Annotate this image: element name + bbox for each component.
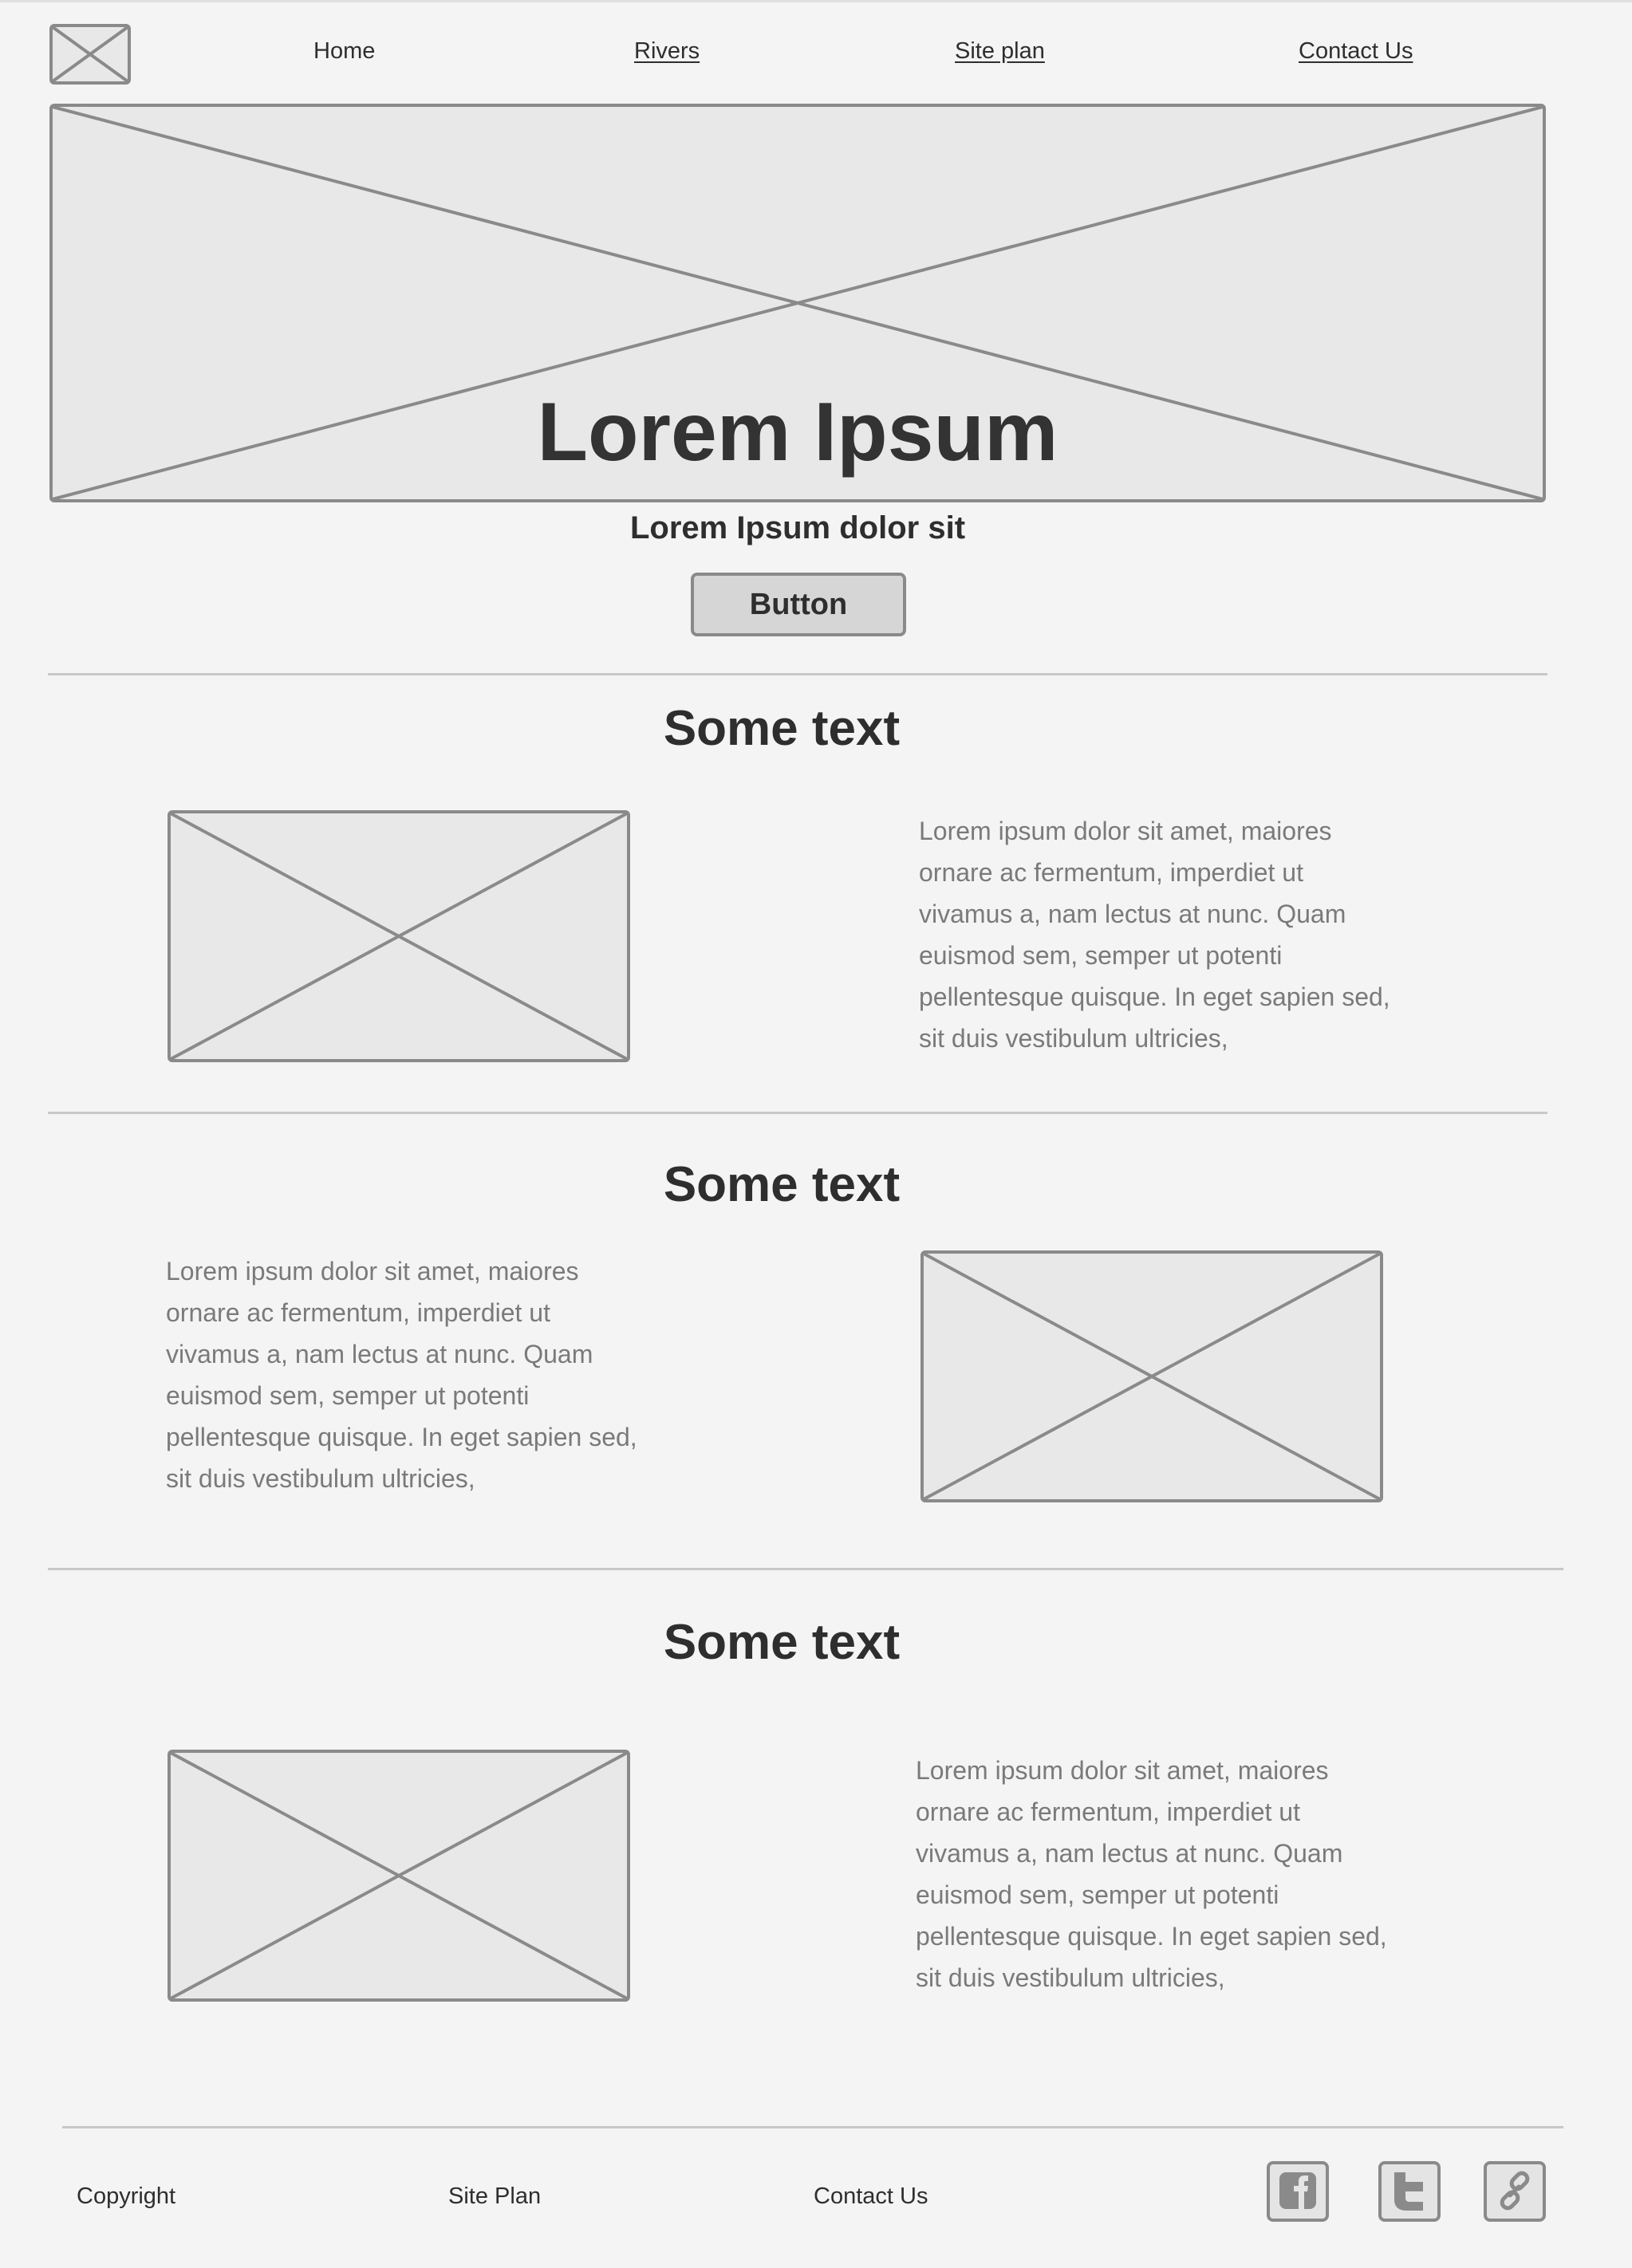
section-1-text: Lorem ipsum dolor sit amet, maiores orna… bbox=[919, 817, 1390, 1053]
section-2-title: Some text bbox=[663, 1157, 901, 1212]
logo-placeholder-image[interactable] bbox=[49, 24, 131, 85]
footer-contact-link[interactable]: Contact Us bbox=[814, 2183, 928, 2210]
nav-home[interactable]: Home bbox=[313, 38, 375, 65]
facebook-button[interactable] bbox=[1267, 2161, 1329, 2222]
section-2-text: Lorem ipsum dolor sit amet, maiores orna… bbox=[166, 1257, 637, 1493]
section-divider bbox=[48, 1568, 1563, 1570]
section-2-image-placeholder bbox=[920, 1250, 1383, 1502]
nav-contact-us[interactable]: Contact Us bbox=[1299, 38, 1413, 65]
footer-copyright: Copyright bbox=[77, 2183, 176, 2209]
hero-title: Lorem Ipsum bbox=[537, 386, 1058, 478]
placeholder-cross-icon bbox=[924, 1254, 1380, 1499]
section-divider bbox=[48, 673, 1547, 675]
link-button[interactable] bbox=[1484, 2161, 1546, 2222]
placeholder-cross-icon bbox=[53, 27, 128, 81]
hero-subtitle: Lorem Ipsum dolor sit bbox=[629, 510, 966, 545]
section-3-image-placeholder bbox=[168, 1750, 630, 2002]
twitter-button[interactable] bbox=[1378, 2161, 1441, 2222]
facebook-icon bbox=[1279, 2172, 1316, 2209]
nav-site-plan[interactable]: Site plan bbox=[955, 38, 1045, 65]
top-border bbox=[0, 0, 1632, 2]
hero-button[interactable]: Button bbox=[691, 573, 906, 636]
section-3-title: Some text bbox=[663, 1615, 901, 1670]
section-divider bbox=[48, 1112, 1547, 1114]
twitter-icon bbox=[1394, 2172, 1423, 2211]
placeholder-cross-icon bbox=[171, 1753, 627, 1998]
section-1-image-placeholder bbox=[168, 810, 630, 1062]
nav-rivers[interactable]: Rivers bbox=[634, 38, 700, 65]
link-icon bbox=[1500, 2171, 1530, 2211]
placeholder-cross-icon bbox=[171, 813, 627, 1059]
footer-divider bbox=[62, 2126, 1563, 2128]
section-1-title: Some text bbox=[663, 701, 901, 756]
footer-site-plan-link[interactable]: Site Plan bbox=[448, 2183, 541, 2210]
section-3-text: Lorem ipsum dolor sit amet, maiores orna… bbox=[916, 1756, 1387, 1992]
